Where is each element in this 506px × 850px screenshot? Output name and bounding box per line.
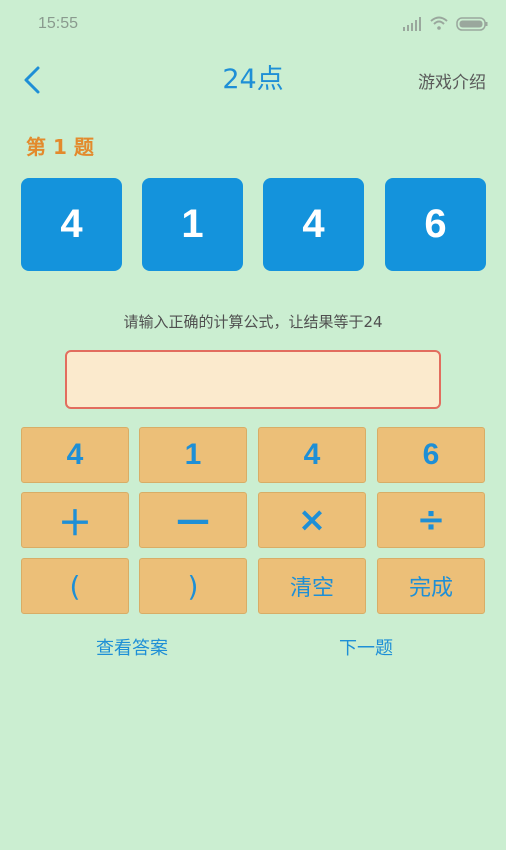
key-number-2[interactable]: 1 — [139, 427, 247, 483]
key-right-paren[interactable]: ) — [139, 558, 247, 614]
battery-icon — [456, 17, 488, 31]
status-time: 15:55 — [38, 15, 79, 32]
number-card-4: 6 — [385, 178, 486, 271]
key-plus[interactable]: ＋ — [21, 492, 129, 548]
key-number-3[interactable]: 4 — [258, 427, 366, 483]
number-card-2: 1 — [142, 178, 243, 271]
key-left-paren[interactable]: ( — [21, 558, 129, 614]
key-minus[interactable]: — — [139, 492, 247, 548]
number-card-1: 4 — [21, 178, 122, 271]
number-card-3: 4 — [263, 178, 364, 271]
back-button[interactable] — [18, 60, 48, 100]
chevron-left-icon — [24, 66, 40, 94]
formula-input[interactable] — [65, 350, 441, 409]
key-multiply[interactable]: × — [258, 492, 366, 548]
next-question-link[interactable]: 下一题 — [339, 634, 393, 660]
question-label: 第 1 题 — [26, 135, 94, 159]
show-answer-link[interactable]: 查看答案 — [96, 634, 168, 660]
status-bar: 15:55 — [0, 0, 506, 50]
key-divide[interactable]: ÷ — [377, 492, 485, 548]
done-button[interactable]: 完成 — [377, 558, 485, 614]
instruction-text: 请输入正确的计算公式，让结果等于24 — [123, 313, 383, 331]
wifi-icon — [430, 16, 448, 30]
key-number-4[interactable]: 6 — [377, 427, 485, 483]
key-number-1[interactable]: 4 — [21, 427, 129, 483]
clear-button[interactable]: 清空 — [258, 558, 366, 614]
game-intro-link[interactable]: 游戏介绍 — [418, 68, 486, 93]
signal-icon — [403, 17, 421, 31]
